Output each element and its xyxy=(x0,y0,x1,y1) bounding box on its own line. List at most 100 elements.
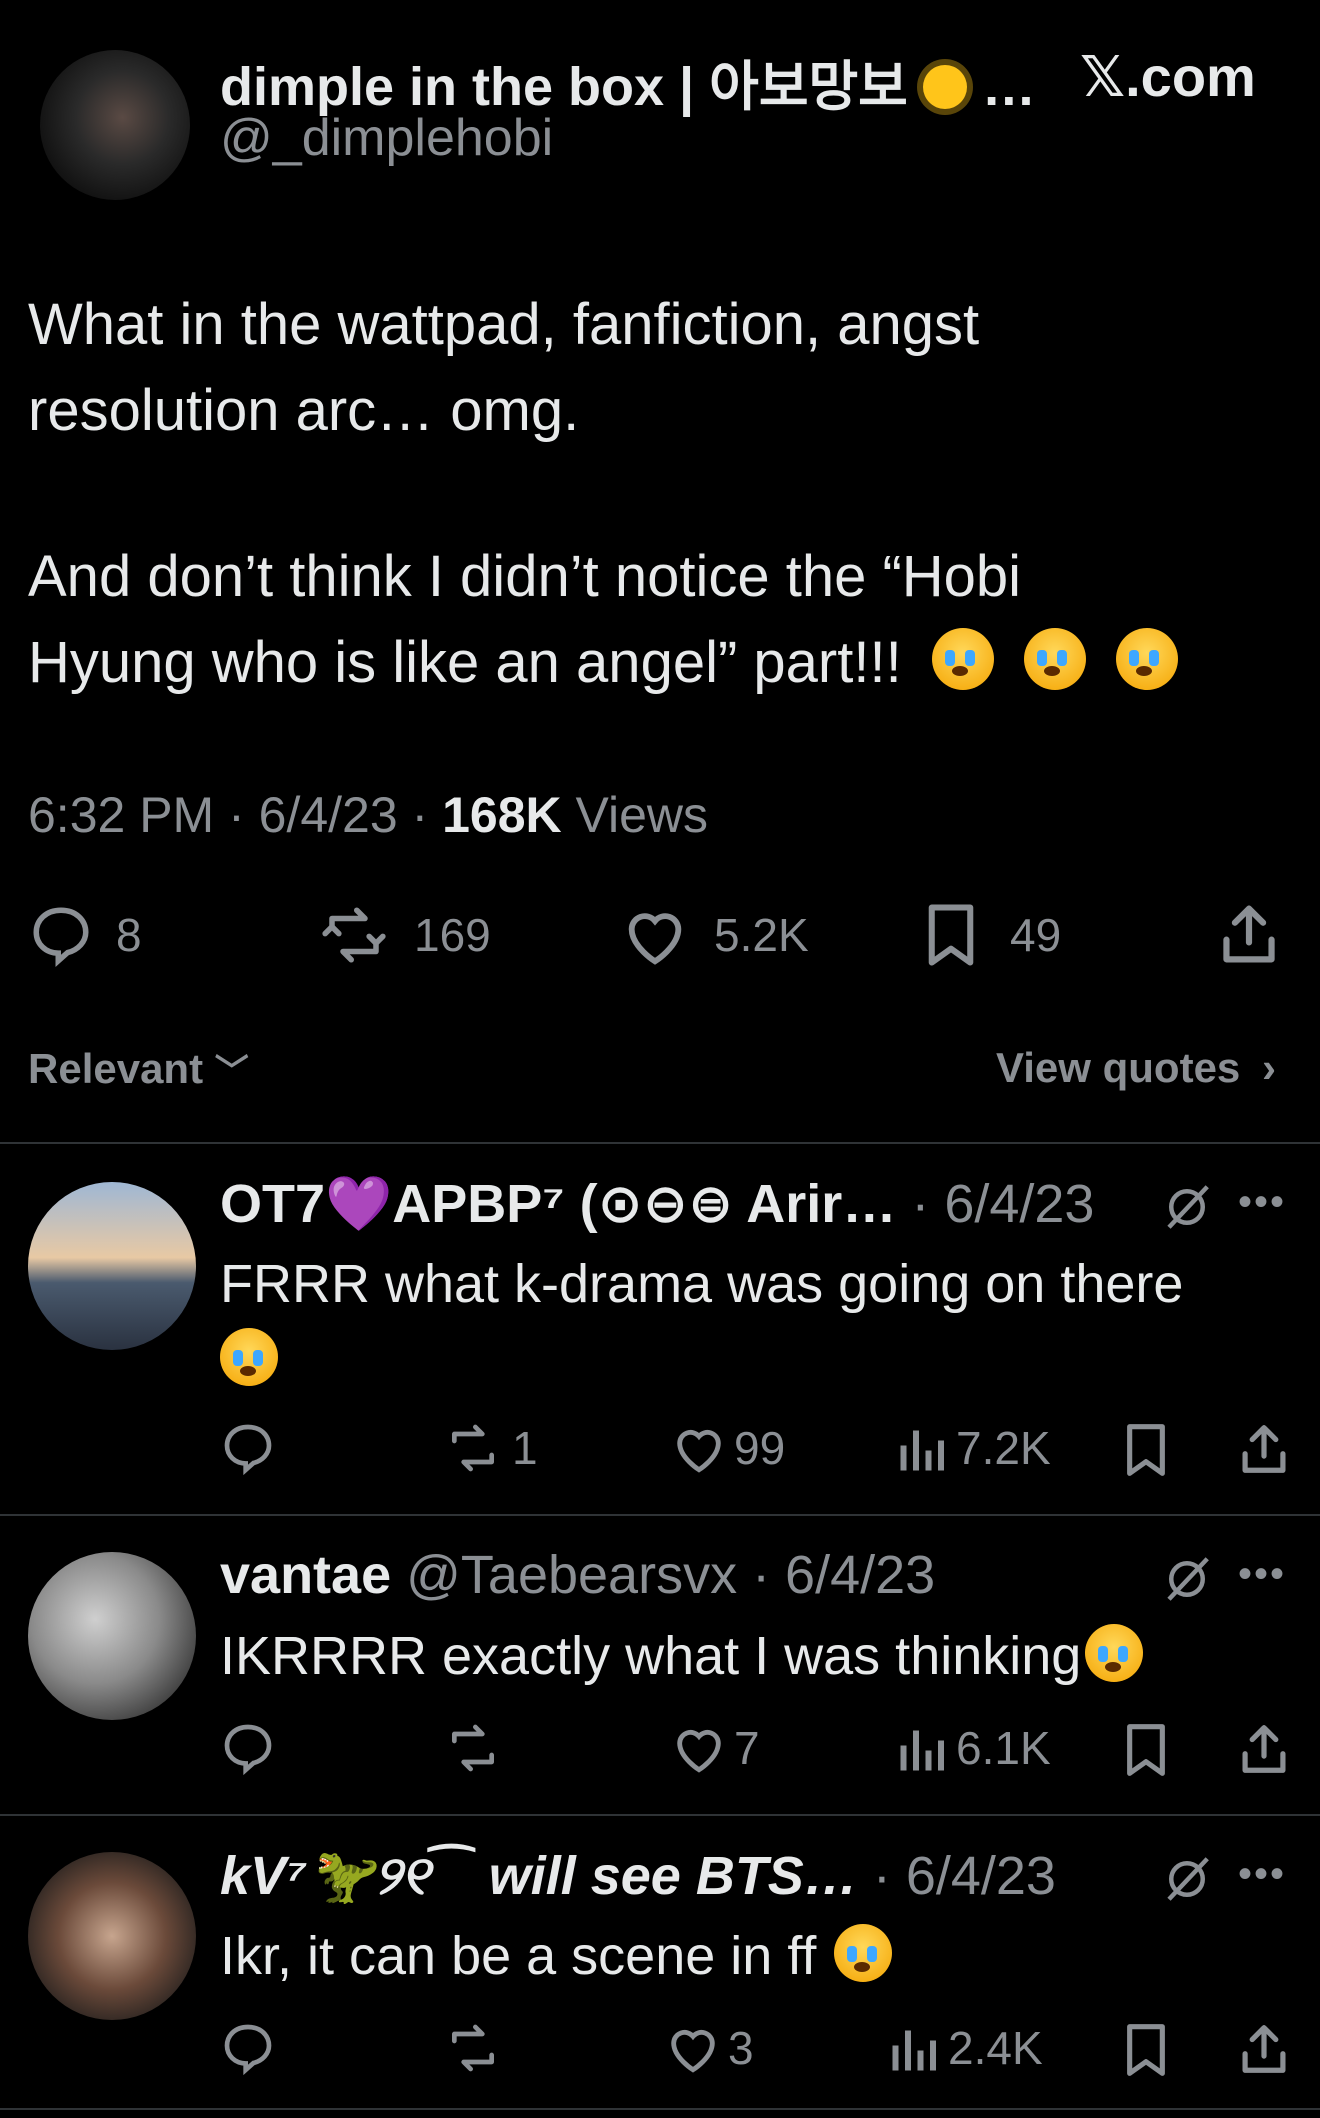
views-label: Views xyxy=(561,787,708,843)
views-icon xyxy=(892,2030,936,2071)
reply-text-line: FRRR what k-drama was going on there xyxy=(220,1254,1184,1314)
bookmark-count: 49 xyxy=(1010,909,1062,961)
name-truncation: … xyxy=(981,57,1036,117)
views-count: 168K xyxy=(442,787,562,843)
share-action[interactable] xyxy=(1218,900,1280,968)
divider xyxy=(0,1514,1320,1516)
tweet-meta: 6:32 PM · 6/4/23 · 168K Views xyxy=(28,786,708,844)
chevron-down-icon: ﹀ xyxy=(214,1053,249,1091)
share-icon xyxy=(1223,905,1275,963)
reply-date: · 6/4/23 xyxy=(857,1846,1056,1906)
views-count: 6.1K xyxy=(956,1722,1051,1774)
views-icon xyxy=(900,1430,944,1471)
repost-count: 1 xyxy=(512,1422,538,1474)
reply-icon xyxy=(224,1424,272,1476)
repost-action[interactable]: 1 xyxy=(442,1420,538,1476)
grok-icon[interactable] xyxy=(1160,1552,1214,1606)
author-handle[interactable]: @_dimplehobi xyxy=(220,108,553,168)
bookmark-icon[interactable] xyxy=(1122,1722,1170,1778)
divider xyxy=(0,1814,1320,1816)
tweet-text: What in the wattpad, fanfiction, angst r… xyxy=(28,282,1179,706)
views-action[interactable]: 7.2K xyxy=(896,1420,1051,1476)
like-action[interactable]: 5.2K xyxy=(620,902,809,968)
reply-action[interactable] xyxy=(220,1420,276,1476)
reply-avatar[interactable] xyxy=(28,1852,196,2020)
share-icon[interactable] xyxy=(1238,1720,1290,1778)
like-action[interactable]: 99 xyxy=(670,1420,785,1476)
view-quotes-link[interactable]: View quotes › xyxy=(996,1044,1276,1092)
like-count: 5.2K xyxy=(714,909,809,961)
heart-icon xyxy=(677,1729,721,1773)
tweet-line: Hyung who is like an angel” part!!! xyxy=(28,630,902,695)
heart-icon xyxy=(677,1429,721,1473)
view-quotes-label: View quotes xyxy=(996,1044,1241,1091)
reply-count: 8 xyxy=(116,909,142,961)
more-icon[interactable]: ••• xyxy=(1238,1180,1286,1225)
crying-emoji xyxy=(220,1328,278,1386)
repost-icon xyxy=(322,907,386,963)
like-action[interactable]: 3 xyxy=(664,2020,754,2076)
reply-avatar[interactable] xyxy=(28,1182,196,1350)
views-action[interactable]: 2.4K xyxy=(888,2020,1043,2076)
repost-action[interactable] xyxy=(442,1720,504,1776)
repost-icon xyxy=(452,1424,494,1472)
reply-icon xyxy=(224,2024,272,2076)
tweet-line-with-emojis: Hyung who is like an angel” part!!! xyxy=(28,620,1179,706)
tweet-timestamp[interactable]: 6:32 PM · 6/4/23 · xyxy=(28,787,442,843)
tweet-line: resolution arc… omg. xyxy=(28,378,580,443)
reply-name-row: OT7💜APBP⁷ (⊙⊖⊜ Arir… · 6/4/23 xyxy=(220,1172,1094,1236)
reply-text: IKRRRR exactly what I was thinking xyxy=(220,1618,1144,1694)
divider xyxy=(0,2108,1320,2110)
reply-name-row: vantae @Taebearsvx · 6/4/23 xyxy=(220,1544,935,1606)
views-count: 2.4K xyxy=(948,2022,1043,2074)
reply-text-line: IKRRRR exactly what I was thinking xyxy=(220,1626,1082,1686)
grok-icon[interactable] xyxy=(1160,1852,1214,1906)
like-count: 99 xyxy=(734,1422,786,1474)
reply-text: Ikr, it can be a scene in ff xyxy=(220,1918,893,1994)
repost-icon xyxy=(452,2024,494,2072)
more-icon[interactable]: ••• xyxy=(1238,1552,1286,1597)
chevron-right-icon: › xyxy=(1261,1044,1276,1091)
crying-emoji xyxy=(931,628,994,690)
reply-avatar[interactable] xyxy=(28,1552,196,1720)
bookmark-icon[interactable] xyxy=(1122,2022,1170,2078)
more-icon[interactable]: ••• xyxy=(1238,1852,1286,1897)
heart-icon xyxy=(671,2029,715,2073)
crying-emoji xyxy=(1023,628,1086,690)
reply-author-name[interactable]: OT7💜APBP⁷ (⊙⊖⊜ Arir… xyxy=(220,1174,896,1234)
reply-author-name[interactable]: vantae xyxy=(220,1545,391,1605)
reply-icon xyxy=(224,1724,272,1776)
grok-icon[interactable] xyxy=(1160,1180,1214,1234)
bookmark-action[interactable]: 49 xyxy=(922,902,1061,968)
repost-action[interactable]: 169 xyxy=(318,902,491,968)
repost-action[interactable] xyxy=(442,2020,504,2076)
views-icon xyxy=(900,1730,944,1771)
repost-icon xyxy=(452,1724,494,1772)
reply-text: FRRR what k-drama was going on there xyxy=(220,1246,1183,1398)
sort-label: Relevant xyxy=(28,1045,204,1092)
views-count: 7.2K xyxy=(956,1422,1051,1474)
tweet-line: What in the wattpad, fanfiction, angst xyxy=(28,292,980,357)
reply-action[interactable] xyxy=(220,2020,276,2076)
views-action[interactable]: 6.1K xyxy=(896,1720,1051,1776)
like-action[interactable]: 7 xyxy=(670,1720,760,1776)
share-icon[interactable] xyxy=(1238,2020,1290,2078)
sort-dropdown[interactable]: Relevant ﹀ xyxy=(28,1044,249,1093)
bookmark-icon[interactable] xyxy=(1122,1422,1170,1478)
reply-author-name[interactable]: kV⁷🦖୨୧⁀ will see BTS… xyxy=(220,1846,858,1906)
crying-emoji xyxy=(1116,628,1179,690)
divider xyxy=(0,1142,1320,1144)
reply-icon xyxy=(33,907,89,967)
reply-name-row: kV⁷🦖୨୧⁀ will see BTS… · 6/4/23 xyxy=(220,1844,1056,1908)
source-label: 𝕏.com xyxy=(1080,45,1256,108)
like-count: 7 xyxy=(734,1722,760,1774)
heart-icon xyxy=(628,913,682,965)
reply-date: · 6/4/23 xyxy=(896,1174,1095,1234)
crying-emoji xyxy=(834,1924,893,1982)
reply-action[interactable] xyxy=(220,1720,276,1776)
reply-action[interactable]: 8 xyxy=(28,902,142,968)
sun-emoji xyxy=(922,65,967,109)
reply-handle-date: @Taebearsvx · 6/4/23 xyxy=(391,1545,936,1605)
author-avatar[interactable] xyxy=(40,50,190,200)
share-icon[interactable] xyxy=(1238,1420,1290,1478)
